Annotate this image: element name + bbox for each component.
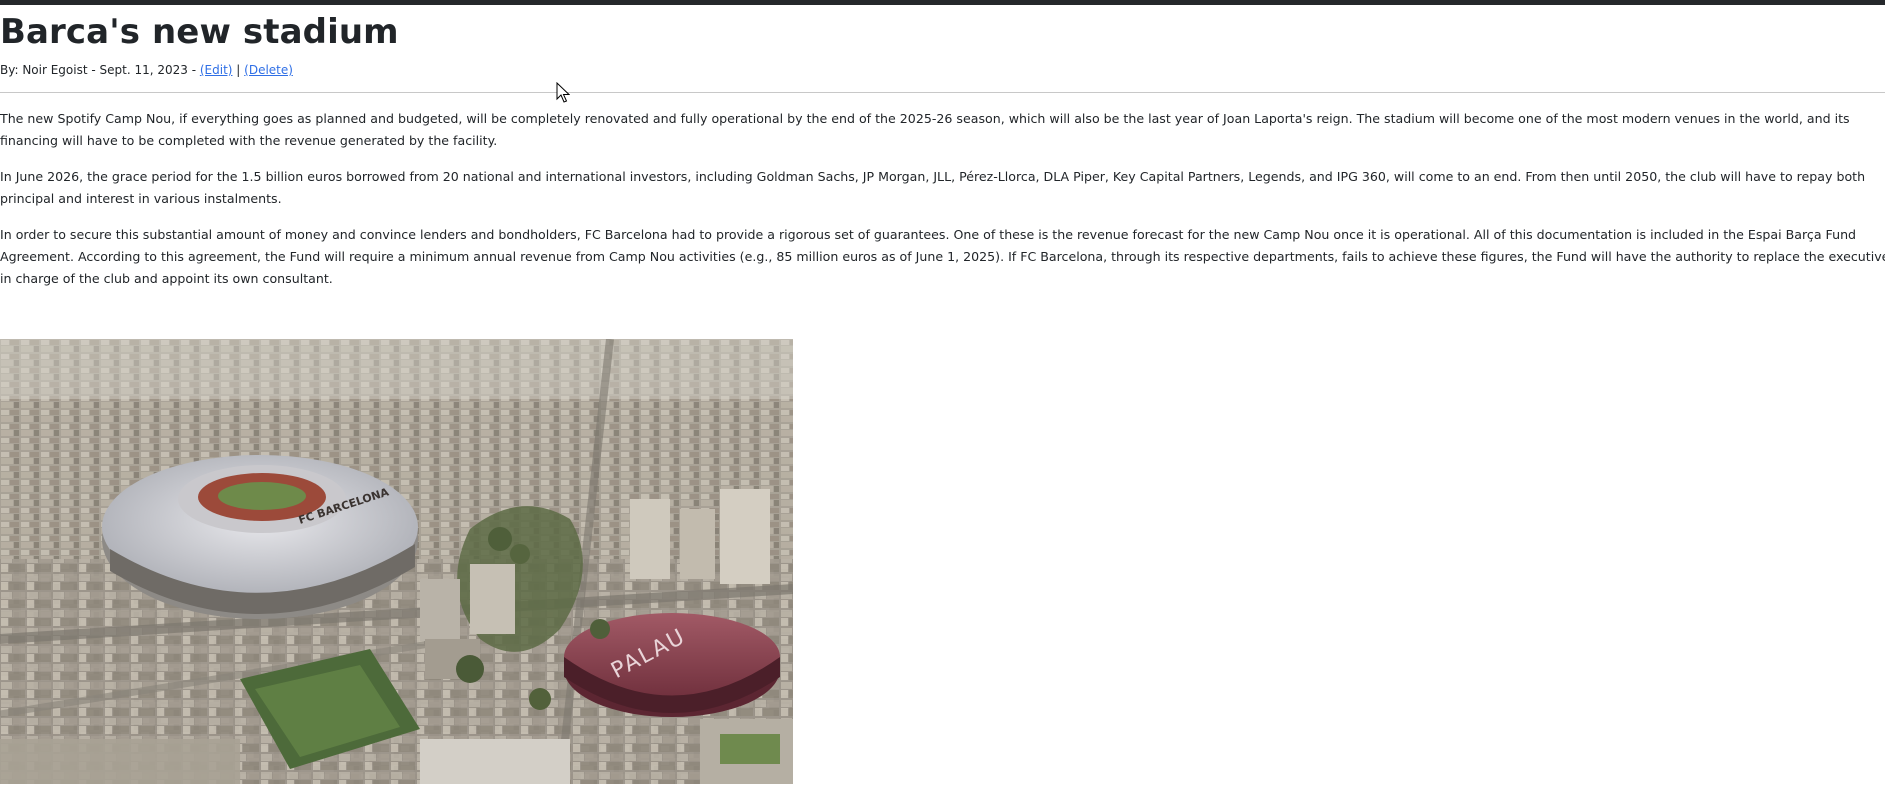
stadium-aerial-image: FC BARCELONA PALAU (0, 339, 793, 784)
edit-link[interactable]: (Edit) (200, 63, 233, 77)
article-paragraph: In order to secure this substantial amou… (0, 227, 1885, 286)
byline-separator: | (232, 63, 245, 77)
byline-text: By: Noir Egoist - Sept. 11, 2023 - (0, 63, 200, 77)
delete-link[interactable]: (Delete) (244, 63, 293, 77)
article-paragraph: The new Spotify Camp Nou, if everything … (0, 111, 1850, 148)
header-divider (0, 92, 1885, 93)
article-byline: By: Noir Egoist - Sept. 11, 2023 - (Edit… (0, 61, 293, 79)
article-paragraph: In June 2026, the grace period for the 1… (0, 169, 1866, 206)
article-body: The new Spotify Camp Nou, if everything … (0, 108, 1885, 304)
mouse-cursor-icon (556, 82, 570, 103)
browser-top-bar (0, 0, 1885, 5)
article-title: Barca's new stadium (0, 12, 399, 52)
